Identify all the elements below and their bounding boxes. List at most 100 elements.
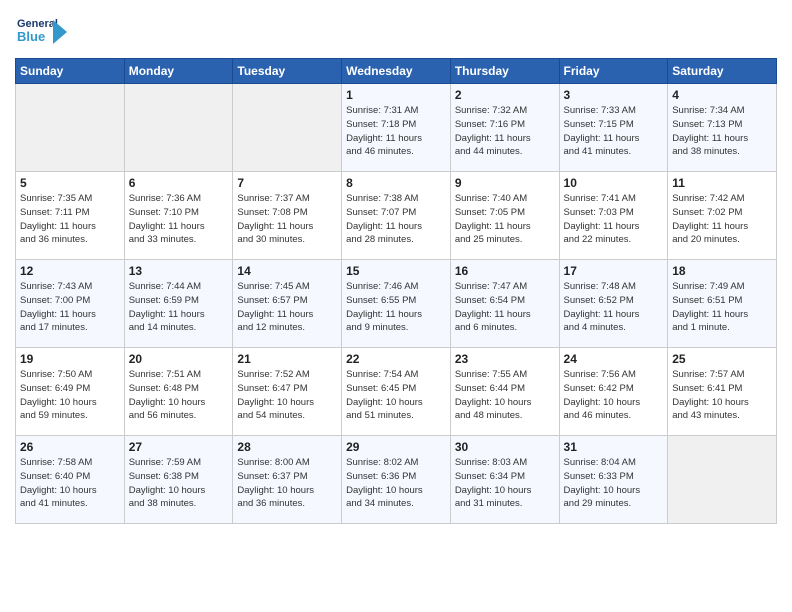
calendar-cell: 23 Sunrise: 7:55 AM Sunset: 6:44 PM Dayli…	[450, 348, 559, 436]
day-info: Sunrise: 7:57 AM Sunset: 6:41 PM Dayligh…	[672, 368, 772, 423]
calendar-cell	[124, 84, 233, 172]
day-number: 17	[564, 264, 664, 278]
day-info: Sunrise: 7:33 AM Sunset: 7:15 PM Dayligh…	[564, 104, 664, 159]
weekday-header-monday: Monday	[124, 59, 233, 84]
calendar-cell: 20 Sunrise: 7:51 AM Sunset: 6:48 PM Dayli…	[124, 348, 233, 436]
day-number: 8	[346, 176, 446, 190]
day-info: Sunrise: 8:04 AM Sunset: 6:33 PM Dayligh…	[564, 456, 664, 511]
weekday-header-sunday: Sunday	[16, 59, 125, 84]
day-number: 19	[20, 352, 120, 366]
day-number: 29	[346, 440, 446, 454]
day-number: 24	[564, 352, 664, 366]
calendar-cell: 13 Sunrise: 7:44 AM Sunset: 6:59 PM Dayli…	[124, 260, 233, 348]
calendar-cell: 29Sunrise: 8:02 AM Sunset: 6:36 PM Dayli…	[342, 436, 451, 524]
day-info: Sunrise: 7:46 AM Sunset: 6:55 PM Dayligh…	[346, 280, 446, 335]
day-info: Sunrise: 7:42 AM Sunset: 7:02 PM Dayligh…	[672, 192, 772, 247]
day-number: 23	[455, 352, 555, 366]
day-info: Sunrise: 7:31 AM Sunset: 7:18 PM Dayligh…	[346, 104, 446, 159]
day-info: Sunrise: 7:50 AM Sunset: 6:49 PM Dayligh…	[20, 368, 120, 423]
day-info: Sunrise: 7:41 AM Sunset: 7:03 PM Dayligh…	[564, 192, 664, 247]
day-number: 21	[237, 352, 337, 366]
calendar-cell: 18 Sunrise: 7:49 AM Sunset: 6:51 PM Dayli…	[668, 260, 777, 348]
weekday-header-thursday: Thursday	[450, 59, 559, 84]
calendar-cell: 2Sunrise: 7:32 AM Sunset: 7:16 PM Daylig…	[450, 84, 559, 172]
day-info: Sunrise: 7:35 AM Sunset: 7:11 PM Dayligh…	[20, 192, 120, 247]
calendar-cell: 21 Sunrise: 7:52 AM Sunset: 6:47 PM Dayli…	[233, 348, 342, 436]
day-number: 26	[20, 440, 120, 454]
calendar-cell: 28Sunrise: 8:00 AM Sunset: 6:37 PM Dayli…	[233, 436, 342, 524]
day-number: 7	[237, 176, 337, 190]
day-info: Sunrise: 7:36 AM Sunset: 7:10 PM Dayligh…	[129, 192, 229, 247]
day-number: 30	[455, 440, 555, 454]
calendar-cell: 11 Sunrise: 7:42 AM Sunset: 7:02 PM Dayli…	[668, 172, 777, 260]
calendar-cell: 3 Sunrise: 7:33 AM Sunset: 7:15 PM Daylig…	[559, 84, 668, 172]
day-info: Sunrise: 7:40 AM Sunset: 7:05 PM Dayligh…	[455, 192, 555, 247]
day-number: 16	[455, 264, 555, 278]
day-number: 18	[672, 264, 772, 278]
calendar-cell: 22 Sunrise: 7:54 AM Sunset: 6:45 PM Dayli…	[342, 348, 451, 436]
day-number: 1	[346, 88, 446, 102]
calendar-cell: 26 Sunrise: 7:58 AM Sunset: 6:40 PM Dayli…	[16, 436, 125, 524]
day-number: 2	[455, 88, 555, 102]
calendar-cell: 16 Sunrise: 7:47 AM Sunset: 6:54 PM Dayli…	[450, 260, 559, 348]
day-number: 15	[346, 264, 446, 278]
calendar-cell: 31Sunrise: 8:04 AM Sunset: 6:33 PM Dayli…	[559, 436, 668, 524]
calendar-cell: 25 Sunrise: 7:57 AM Sunset: 6:41 PM Dayli…	[668, 348, 777, 436]
calendar-cell: 10 Sunrise: 7:41 AM Sunset: 7:03 PM Dayli…	[559, 172, 668, 260]
day-number: 6	[129, 176, 229, 190]
day-number: 27	[129, 440, 229, 454]
calendar-cell: 30 Sunrise: 8:03 AM Sunset: 6:34 PM Dayli…	[450, 436, 559, 524]
calendar-cell: 6 Sunrise: 7:36 AM Sunset: 7:10 PM Daylig…	[124, 172, 233, 260]
day-info: Sunrise: 7:51 AM Sunset: 6:48 PM Dayligh…	[129, 368, 229, 423]
day-number: 14	[237, 264, 337, 278]
day-info: Sunrise: 7:52 AM Sunset: 6:47 PM Dayligh…	[237, 368, 337, 423]
calendar-week-row: 1 Sunrise: 7:31 AM Sunset: 7:18 PM Daylig…	[16, 84, 777, 172]
calendar-week-row: 12Sunrise: 7:43 AM Sunset: 7:00 PM Dayli…	[16, 260, 777, 348]
day-number: 22	[346, 352, 446, 366]
calendar-cell	[16, 84, 125, 172]
weekday-header-saturday: Saturday	[668, 59, 777, 84]
day-info: Sunrise: 7:47 AM Sunset: 6:54 PM Dayligh…	[455, 280, 555, 335]
day-number: 5	[20, 176, 120, 190]
day-info: Sunrise: 7:56 AM Sunset: 6:42 PM Dayligh…	[564, 368, 664, 423]
header: General Blue	[15, 10, 777, 50]
day-info: Sunrise: 7:34 AM Sunset: 7:13 PM Dayligh…	[672, 104, 772, 159]
calendar-cell	[668, 436, 777, 524]
calendar-week-row: 26 Sunrise: 7:58 AM Sunset: 6:40 PM Dayli…	[16, 436, 777, 524]
calendar-cell: 1 Sunrise: 7:31 AM Sunset: 7:18 PM Daylig…	[342, 84, 451, 172]
day-info: Sunrise: 7:54 AM Sunset: 6:45 PM Dayligh…	[346, 368, 446, 423]
day-number: 10	[564, 176, 664, 190]
calendar-cell: 8 Sunrise: 7:38 AM Sunset: 7:07 PM Daylig…	[342, 172, 451, 260]
svg-text:Blue: Blue	[17, 29, 45, 44]
weekday-header-tuesday: Tuesday	[233, 59, 342, 84]
day-info: Sunrise: 7:49 AM Sunset: 6:51 PM Dayligh…	[672, 280, 772, 335]
calendar-cell: 7 Sunrise: 7:37 AM Sunset: 7:08 PM Daylig…	[233, 172, 342, 260]
day-number: 13	[129, 264, 229, 278]
calendar: SundayMondayTuesdayWednesdayThursdayFrid…	[15, 58, 777, 524]
weekday-header-wednesday: Wednesday	[342, 59, 451, 84]
day-info: Sunrise: 7:37 AM Sunset: 7:08 PM Dayligh…	[237, 192, 337, 247]
day-info: Sunrise: 7:55 AM Sunset: 6:44 PM Dayligh…	[455, 368, 555, 423]
day-info: Sunrise: 8:00 AM Sunset: 6:37 PM Dayligh…	[237, 456, 337, 511]
calendar-cell: 27Sunrise: 7:59 AM Sunset: 6:38 PM Dayli…	[124, 436, 233, 524]
day-info: Sunrise: 7:44 AM Sunset: 6:59 PM Dayligh…	[129, 280, 229, 335]
day-number: 11	[672, 176, 772, 190]
day-number: 12	[20, 264, 120, 278]
calendar-cell: 14 Sunrise: 7:45 AM Sunset: 6:57 PM Dayli…	[233, 260, 342, 348]
calendar-cell: 5 Sunrise: 7:35 AM Sunset: 7:11 PM Daylig…	[16, 172, 125, 260]
day-info: Sunrise: 7:58 AM Sunset: 6:40 PM Dayligh…	[20, 456, 120, 511]
logo-svg: General Blue	[15, 10, 67, 50]
calendar-week-row: 19 Sunrise: 7:50 AM Sunset: 6:49 PM Dayli…	[16, 348, 777, 436]
day-number: 25	[672, 352, 772, 366]
day-info: Sunrise: 7:45 AM Sunset: 6:57 PM Dayligh…	[237, 280, 337, 335]
calendar-cell	[233, 84, 342, 172]
day-number: 3	[564, 88, 664, 102]
day-number: 4	[672, 88, 772, 102]
day-info: Sunrise: 8:03 AM Sunset: 6:34 PM Dayligh…	[455, 456, 555, 511]
day-number: 20	[129, 352, 229, 366]
calendar-cell: 9Sunrise: 7:40 AM Sunset: 7:05 PM Daylig…	[450, 172, 559, 260]
page: General Blue SundayMondayTuesdayWednesda…	[0, 0, 792, 612]
day-info: Sunrise: 7:38 AM Sunset: 7:07 PM Dayligh…	[346, 192, 446, 247]
calendar-cell: 12Sunrise: 7:43 AM Sunset: 7:00 PM Dayli…	[16, 260, 125, 348]
day-info: Sunrise: 7:48 AM Sunset: 6:52 PM Dayligh…	[564, 280, 664, 335]
